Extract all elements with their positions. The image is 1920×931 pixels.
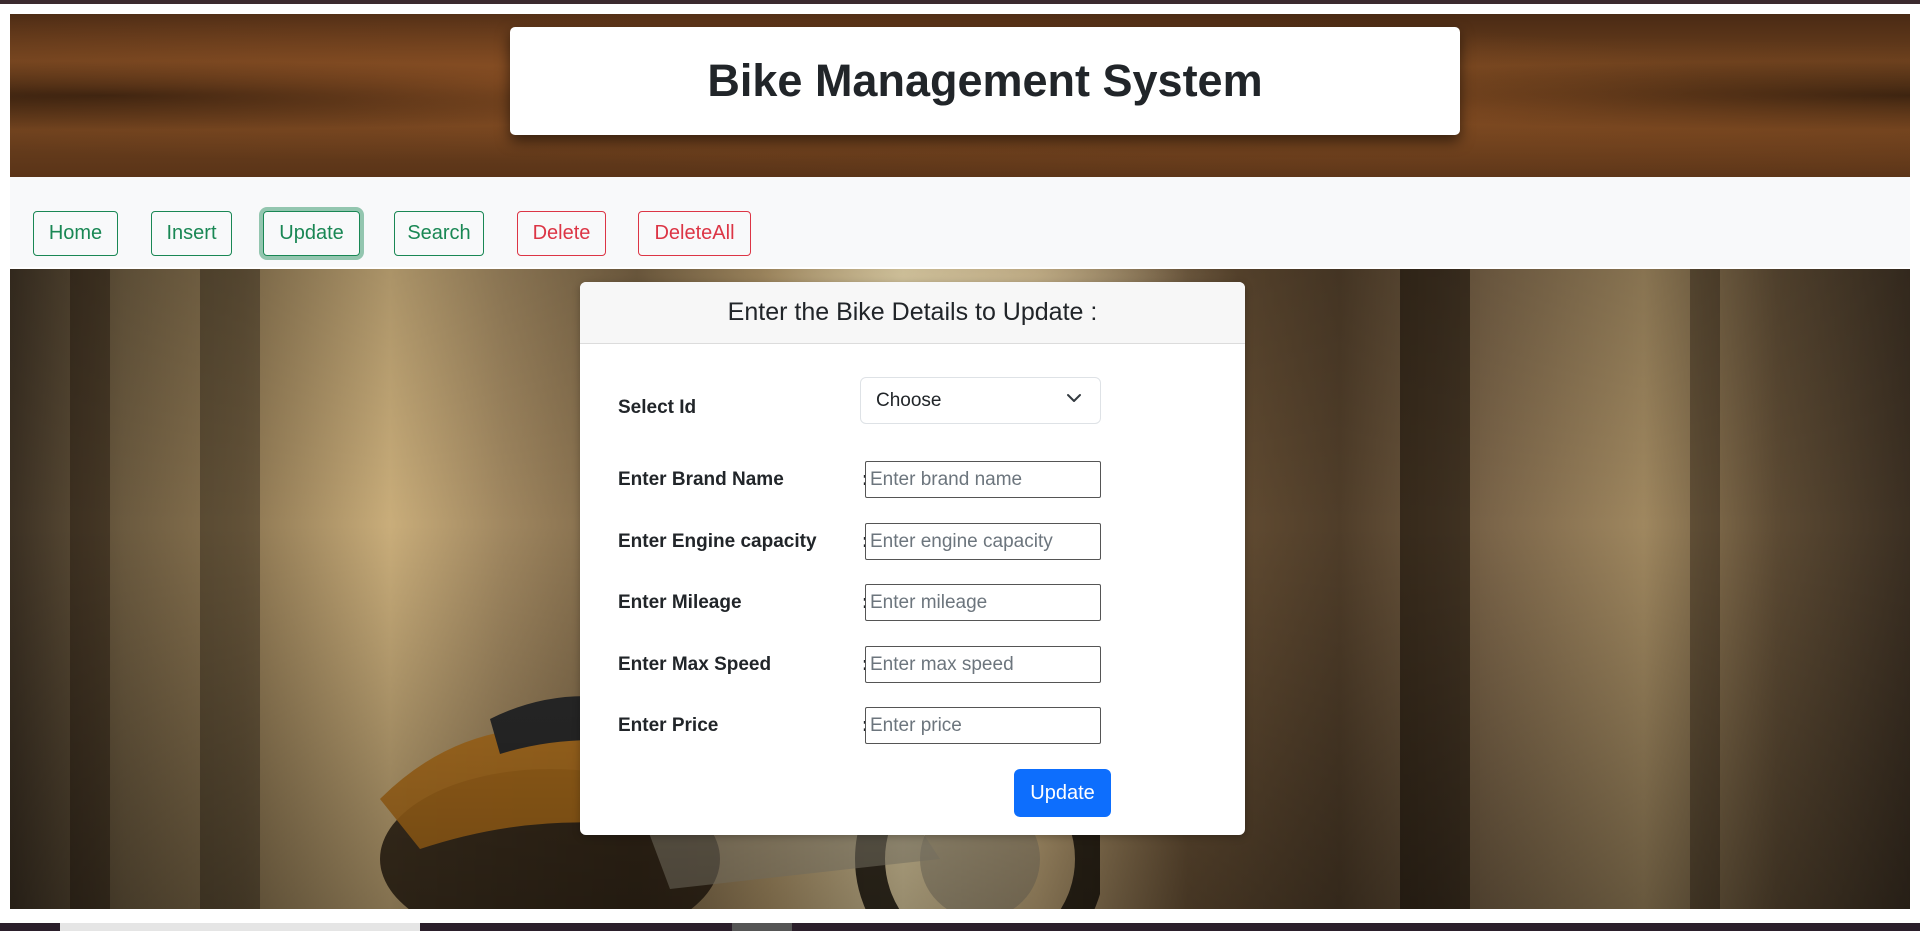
form-card-header: Enter the Bike Details to Update : xyxy=(580,282,1245,344)
brand-name-input[interactable] xyxy=(865,461,1101,498)
update-submit-button[interactable]: Update xyxy=(1014,769,1111,817)
window-top-strip xyxy=(0,0,1920,4)
max-speed-label: Enter Max Speed xyxy=(618,654,772,675)
brand-name-row: Enter Brand Name : xyxy=(580,461,1245,501)
navbar: Home Insert Update Search Delete DeleteA… xyxy=(10,177,1910,267)
page-title: Bike Management System xyxy=(707,55,1263,106)
header-banner: Bike Management System xyxy=(10,14,1910,177)
window-bottom-strip xyxy=(0,923,1920,931)
price-label: Enter Price xyxy=(618,715,719,736)
engine-capacity-label: Enter Engine capacity xyxy=(618,531,817,552)
select-id-label: Select Id xyxy=(618,397,697,418)
select-id-dropdown[interactable]: Choose xyxy=(860,377,1101,424)
title-card: Bike Management System xyxy=(510,27,1460,135)
price-input[interactable] xyxy=(865,707,1101,744)
brand-name-label: Enter Brand Name xyxy=(618,469,784,490)
mileage-input[interactable] xyxy=(865,584,1101,621)
page: Bike Management System Home Insert Updat… xyxy=(10,14,1910,909)
chevron-down-icon xyxy=(1067,394,1081,402)
select-id-row: Select Id : Choose xyxy=(580,377,1245,429)
nav-home-button[interactable]: Home xyxy=(33,211,118,256)
max-speed-row: Enter Max Speed : xyxy=(580,646,1245,686)
nav-update-button[interactable]: Update xyxy=(263,211,360,256)
form-heading: Enter the Bike Details to Update : xyxy=(727,298,1098,326)
nav-search-button[interactable]: Search xyxy=(394,211,484,256)
taskbar-segment xyxy=(60,923,420,931)
mileage-label: Enter Mileage xyxy=(618,592,742,613)
engine-capacity-row: Enter Engine capacity : xyxy=(580,523,1245,563)
update-form-card: Enter the Bike Details to Update : Selec… xyxy=(580,282,1245,835)
mileage-row: Enter Mileage : xyxy=(580,584,1245,624)
engine-capacity-input[interactable] xyxy=(865,523,1101,560)
nav-delete-button[interactable]: Delete xyxy=(517,211,606,256)
taskbar-segment xyxy=(732,923,792,931)
select-id-value: Choose xyxy=(876,389,942,411)
max-speed-input[interactable] xyxy=(865,646,1101,683)
nav-deleteall-button[interactable]: DeleteAll xyxy=(638,211,751,256)
nav-insert-button[interactable]: Insert xyxy=(151,211,232,256)
price-row: Enter Price : xyxy=(580,707,1245,747)
